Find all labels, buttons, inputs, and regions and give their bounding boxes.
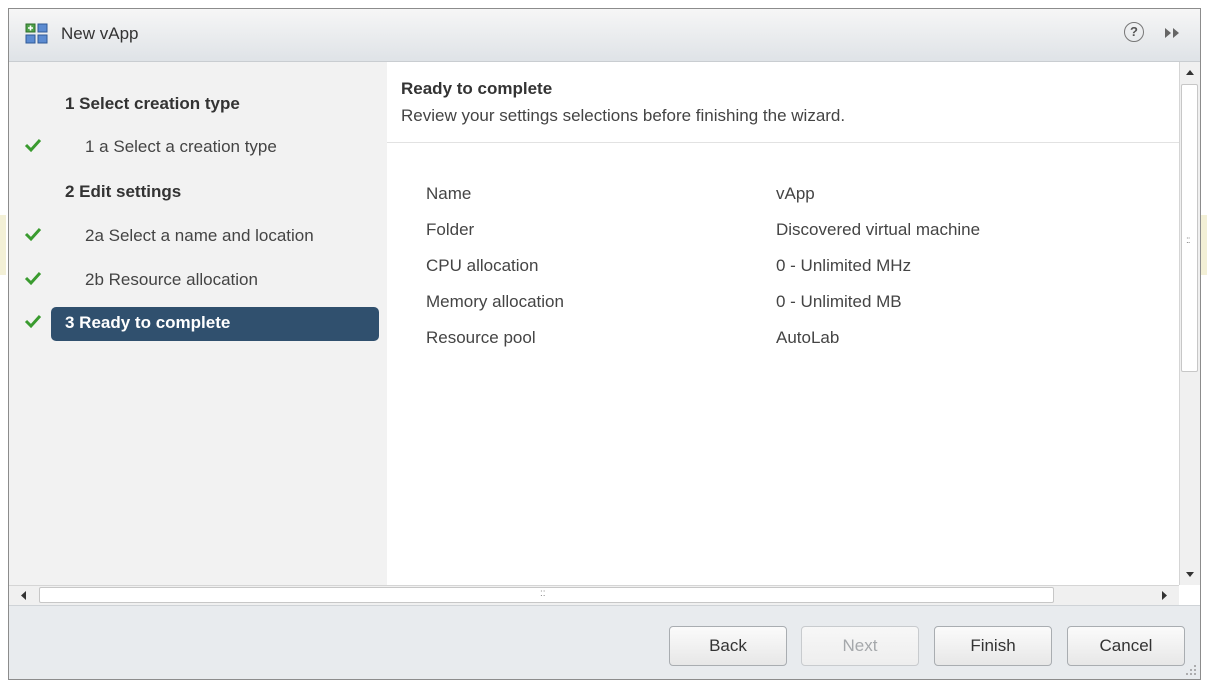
horizontal-scrollbar[interactable]: :: xyxy=(9,585,1179,605)
scroll-grip-icon: :: xyxy=(540,588,546,599)
summary-label: Memory allocation xyxy=(426,292,564,311)
nav-step-label: 1 a Select a creation type xyxy=(85,137,277,156)
scroll-right-arrow-icon[interactable] xyxy=(1155,587,1173,604)
cancel-button[interactable]: Cancel xyxy=(1067,626,1185,666)
help-icon[interactable]: ? xyxy=(1124,22,1144,42)
dialog-title: New vApp xyxy=(61,24,139,43)
summary-value: 0 - Unlimited MB xyxy=(776,292,902,311)
dialog-titlebar[interactable]: New vApp ? xyxy=(9,9,1200,62)
nav-step-label: 2a Select a name and location xyxy=(85,226,314,245)
new-vapp-dialog: New vApp ? 1 Select creation type 1 a Se… xyxy=(8,8,1201,680)
dialog-footer: Back Next Finish Cancel xyxy=(9,605,1200,679)
scroll-down-arrow-icon[interactable] xyxy=(1181,565,1199,583)
checkmark-icon xyxy=(24,138,42,153)
nav-step-edit-settings[interactable]: 2 Edit settings xyxy=(9,172,387,212)
vertical-scroll-thumb[interactable]: :: xyxy=(1181,84,1198,372)
page-subtitle: Review your settings selections before f… xyxy=(401,106,846,125)
summary-row: Folder Discovered virtual machine xyxy=(387,220,1179,252)
checkmark-icon xyxy=(24,227,42,242)
summary-value: AutoLab xyxy=(776,328,840,347)
divider xyxy=(387,142,1179,143)
checkmark-icon xyxy=(24,314,42,329)
background-highlight-left xyxy=(0,215,6,275)
scroll-grip-icon: :: xyxy=(1186,235,1190,246)
finish-button[interactable]: Finish xyxy=(934,626,1052,666)
resize-grip-icon[interactable] xyxy=(1185,664,1197,676)
summary-value: vApp xyxy=(776,184,815,203)
summary-row: Memory allocation 0 - Unlimited MB xyxy=(387,292,1179,324)
summary-label: Name xyxy=(426,184,472,203)
vertical-scrollbar[interactable]: :: xyxy=(1179,62,1200,585)
nav-step-resource-allocation[interactable]: 2b Resource allocation xyxy=(9,260,387,300)
summary-row: Resource pool AutoLab xyxy=(387,328,1179,360)
back-button[interactable]: Back xyxy=(669,626,787,666)
double-chevron-right-icon[interactable] xyxy=(1162,25,1184,41)
scroll-up-arrow-icon[interactable] xyxy=(1181,64,1199,82)
background-highlight-right xyxy=(1201,215,1207,275)
nav-step-label: 2b Resource allocation xyxy=(85,270,258,289)
scroll-left-arrow-icon[interactable] xyxy=(15,587,33,604)
checkmark-icon xyxy=(24,271,42,286)
nav-step-select-name-and-location[interactable]: 2a Select a name and location xyxy=(9,216,387,256)
ready-to-complete-panel: Ready to complete Review your settings s… xyxy=(387,62,1179,585)
nav-step-label: 3 Ready to complete xyxy=(65,313,231,332)
wizard-steps-nav: 1 Select creation type 1 a Select a crea… xyxy=(9,62,387,585)
summary-label: CPU allocation xyxy=(426,256,539,275)
summary-value: 0 - Unlimited MHz xyxy=(776,256,912,275)
summary-label: Folder xyxy=(426,220,475,239)
nav-step-select-a-creation-type[interactable]: 1 a Select a creation type xyxy=(9,127,387,167)
horizontal-scroll-thumb[interactable]: :: xyxy=(39,587,1054,603)
nav-step-label: 1 Select creation type xyxy=(65,94,240,113)
summary-value: Discovered virtual machine xyxy=(776,220,981,239)
page-title: Ready to complete xyxy=(401,79,553,98)
summary-label: Resource pool xyxy=(426,328,536,347)
nav-step-select-creation-type[interactable]: 1 Select creation type xyxy=(9,84,387,124)
nav-step-ready-to-complete[interactable]: 3 Ready to complete xyxy=(9,303,387,343)
summary-row: CPU allocation 0 - Unlimited MHz xyxy=(387,256,1179,288)
nav-step-label: 2 Edit settings xyxy=(65,182,182,201)
next-button[interactable]: Next xyxy=(801,626,919,666)
summary-row: Name vApp xyxy=(387,184,1179,216)
vapp-icon xyxy=(25,23,48,44)
